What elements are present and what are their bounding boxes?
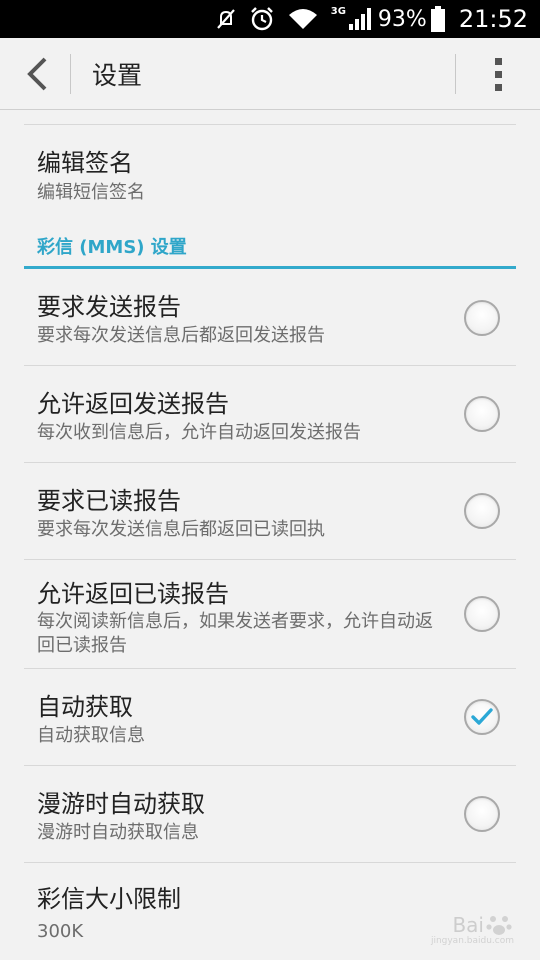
battery-percent: 93% — [377, 6, 427, 32]
item-title: 要求已读报告 — [37, 487, 181, 515]
alarm-icon — [249, 0, 275, 38]
settings-list[interactable]: 编辑签名 编辑短信签名 彩信 (MMS) 设置 要求发送报告 要求每次发送信息后… — [0, 111, 540, 960]
watermark-subtext: jingyan.baidu.com — [430, 936, 514, 946]
item-summary: 要求每次发送信息后都返回已读回执 — [37, 519, 325, 540]
item-summary: 编辑短信签名 — [37, 182, 145, 203]
checkbox-request-read-report[interactable] — [464, 493, 500, 529]
item-summary: 漫游时自动获取信息 — [37, 822, 199, 843]
overflow-menu-icon — [494, 57, 502, 65]
list-item-allow-read-report[interactable]: 允许返回已读报告 每次阅读新信息后，如果发送者要求，允许自动返回已读报告 — [0, 560, 540, 669]
list-item-allow-delivery-report[interactable]: 允许返回发送报告 每次收到信息后，允许自动返回发送报告 — [0, 366, 540, 463]
wifi-icon — [287, 0, 319, 38]
checkbox-auto-retrieve[interactable] — [464, 699, 500, 735]
item-title: 允许返回发送报告 — [37, 390, 229, 418]
list-item-auto-retrieve[interactable]: 自动获取 自动获取信息 — [0, 669, 540, 766]
page-title: 设置 — [92, 61, 143, 90]
overflow-menu-button[interactable] — [478, 52, 518, 96]
item-title: 彩信大小限制 — [37, 885, 181, 913]
paw-icon — [486, 916, 512, 935]
back-chevron-icon — [27, 57, 47, 91]
list-item-request-read-report[interactable]: 要求已读报告 要求每次发送信息后都返回已读回执 — [0, 463, 540, 560]
watermark-logo: Bai jingyan.baidu.com — [431, 912, 514, 946]
item-title: 要求发送报告 — [37, 293, 181, 321]
checkbox-allow-delivery-report[interactable] — [464, 396, 500, 432]
item-summary: 300K — [37, 921, 84, 942]
item-summary: 每次收到信息后，允许自动返回发送报告 — [37, 422, 361, 443]
item-title: 允许返回已读报告 — [37, 580, 229, 608]
status-bar: 3G 93% 21:52 — [0, 0, 540, 38]
list-item-roaming-auto-retrieve[interactable]: 漫游时自动获取 漫游时自动获取信息 — [0, 766, 540, 863]
action-bar: 设置 — [0, 38, 540, 110]
action-bar-divider — [455, 54, 456, 94]
mute-icon — [215, 0, 237, 38]
item-summary: 自动获取信息 — [37, 725, 145, 746]
section-header-label: 彩信 (MMS) 设置 — [37, 237, 187, 258]
section-header-mms: 彩信 (MMS) 设置 — [24, 231, 516, 269]
checkbox-allow-read-report[interactable] — [464, 596, 500, 632]
clock: 21:52 — [458, 5, 528, 33]
checkbox-request-delivery-report[interactable] — [464, 300, 500, 336]
signal-icon — [348, 0, 372, 38]
back-button[interactable] — [12, 50, 62, 98]
battery-icon — [430, 0, 445, 38]
checkbox-roaming-auto-retrieve[interactable] — [464, 796, 500, 832]
action-bar-divider — [70, 54, 71, 94]
watermark-text: Bai — [452, 913, 484, 937]
checkmark-icon — [471, 708, 493, 725]
item-title: 漫游时自动获取 — [37, 790, 205, 818]
item-summary: 要求每次发送信息后都返回发送报告 — [37, 325, 325, 346]
network-type-label: 3G — [330, 6, 346, 17]
list-item-edit-signature[interactable]: 编辑签名 编辑短信签名 — [0, 125, 540, 223]
list-item-request-delivery-report[interactable]: 要求发送报告 要求每次发送信息后都返回发送报告 — [0, 269, 540, 366]
item-title: 自动获取 — [37, 693, 133, 721]
item-summary: 每次阅读新信息后，如果发送者要求，允许自动返回已读报告 — [37, 611, 433, 656]
item-title: 编辑签名 — [37, 149, 133, 177]
